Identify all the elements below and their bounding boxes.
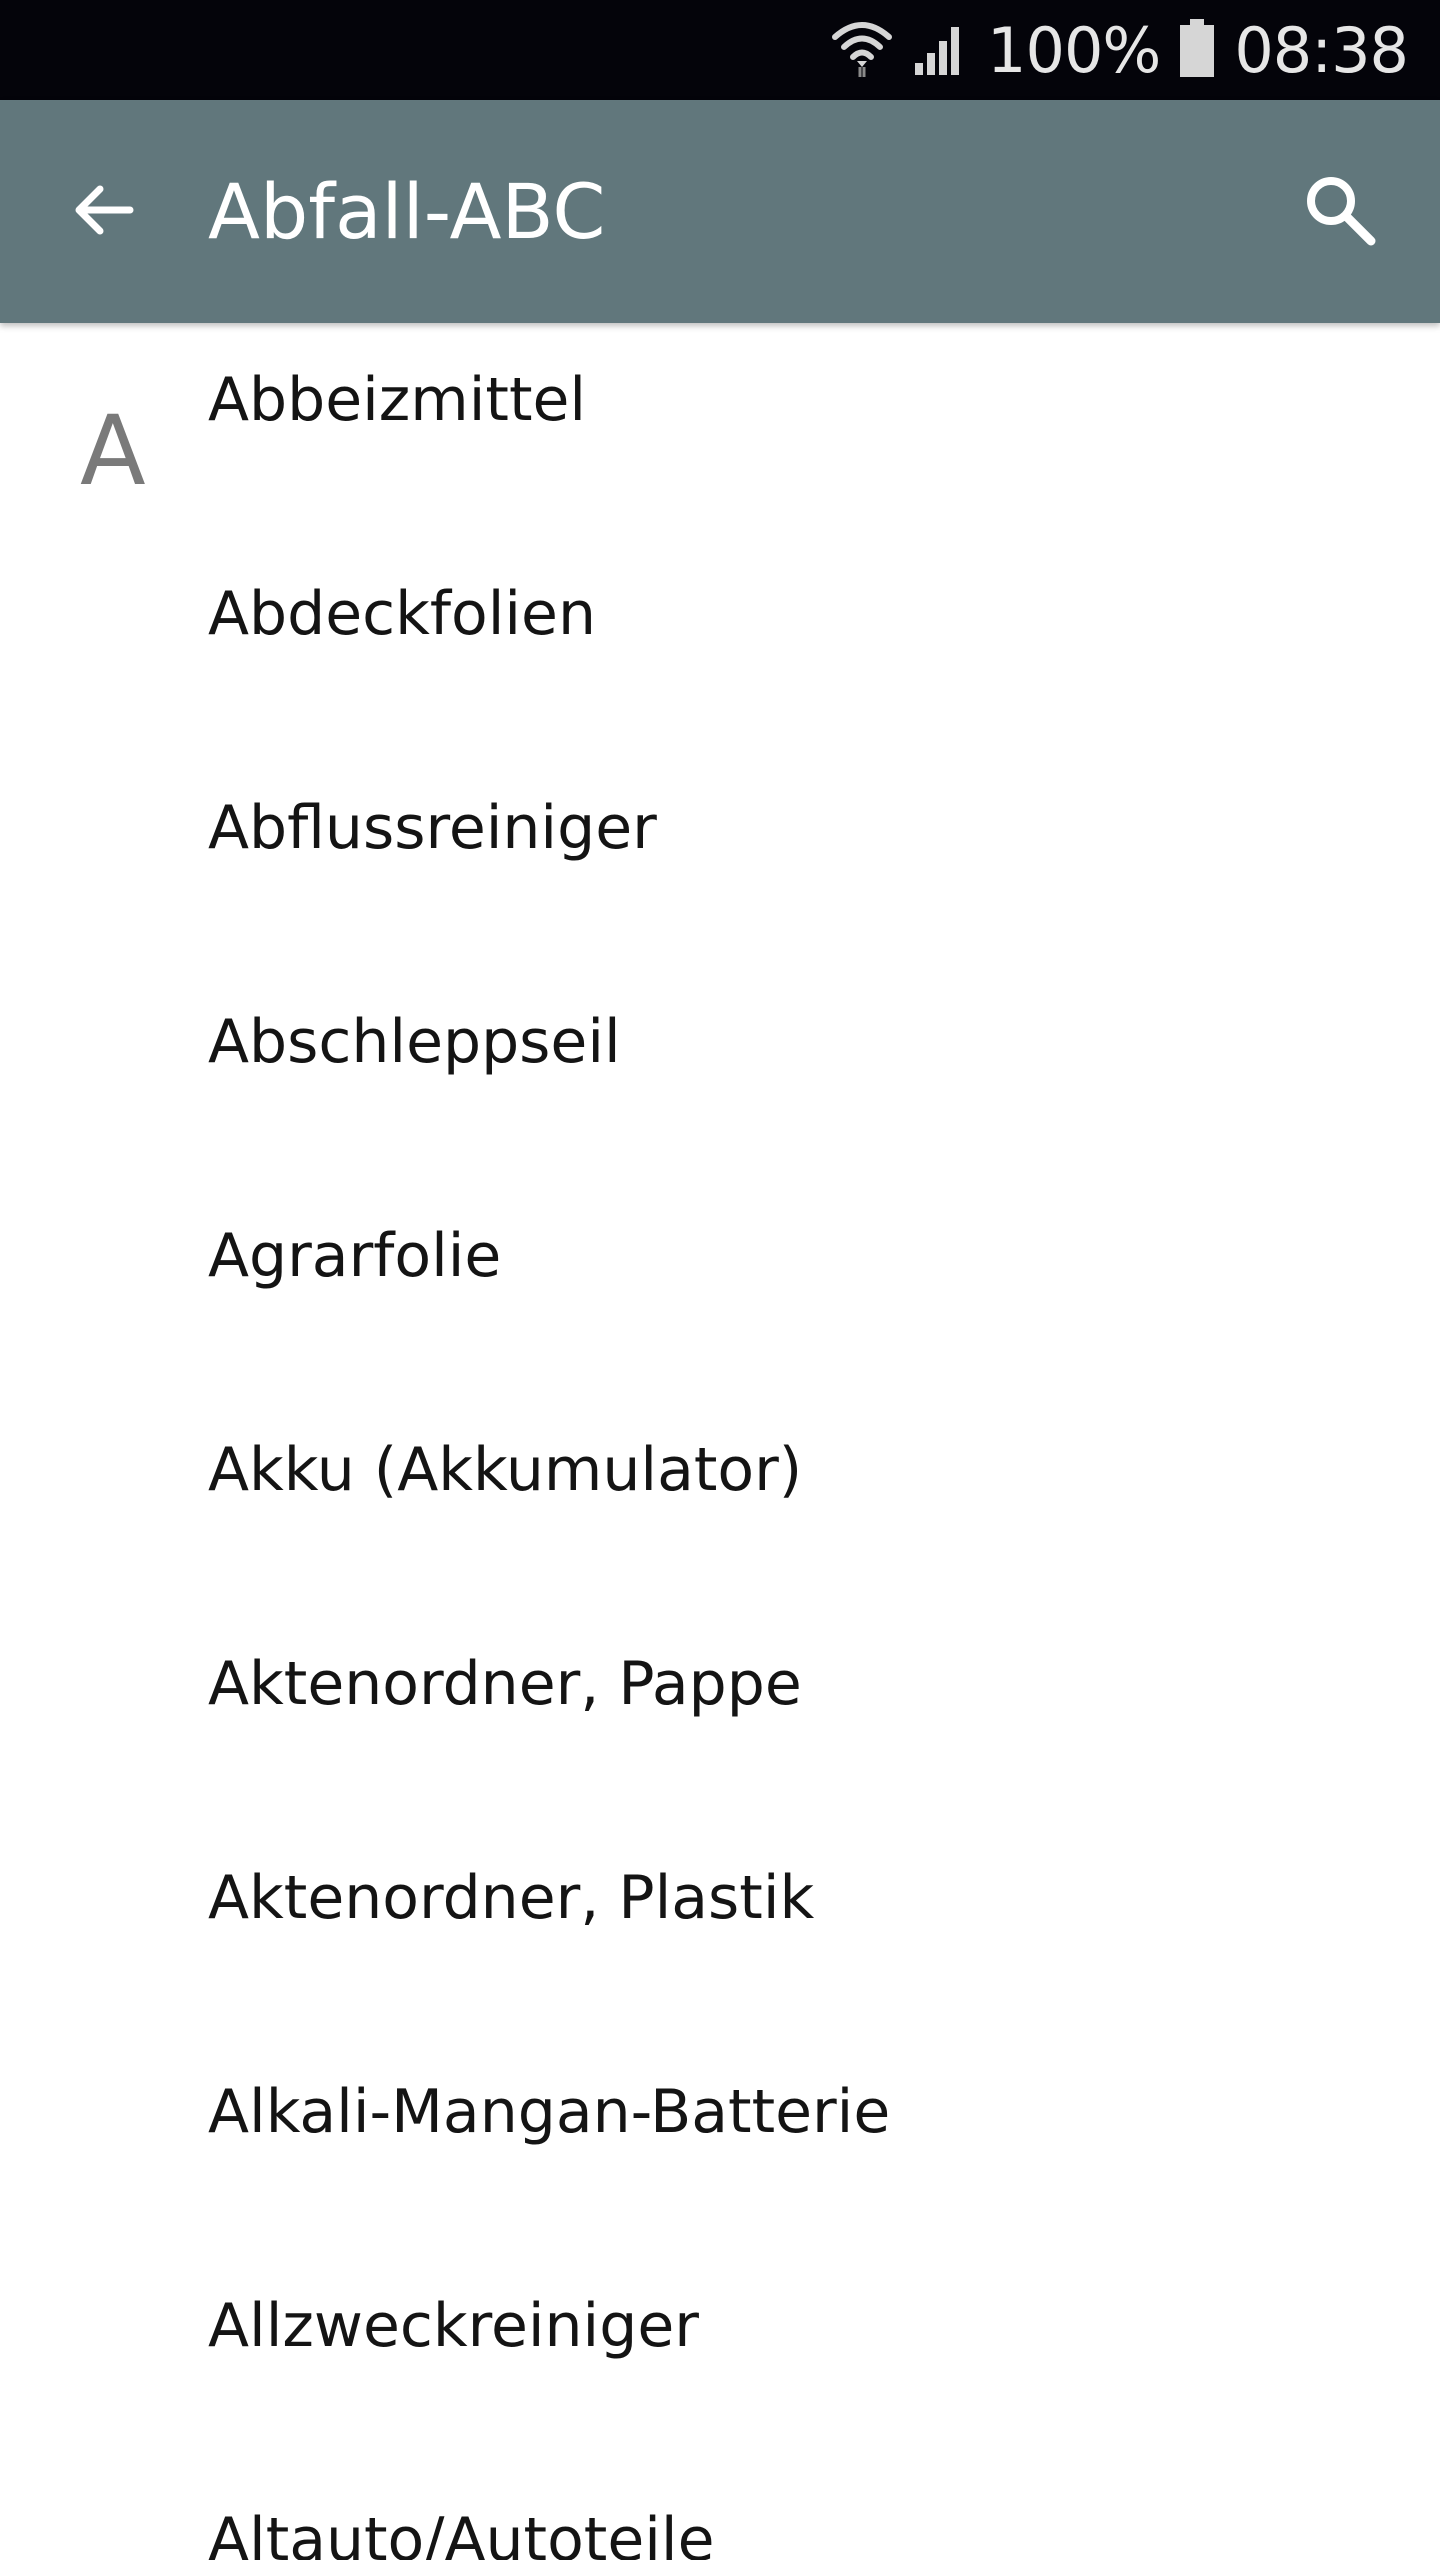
list-item[interactable]: Akku (Akkumulator) (0, 1393, 1440, 1607)
abc-list: A Abbeizmittel Abdeckfolien Abflussreini… (0, 323, 1440, 2560)
list-item-label: Alkali-Mangan-Batterie (208, 2077, 891, 2147)
signal-icon (911, 19, 969, 82)
list-item-label: Abflussreiniger (208, 793, 657, 863)
list-item[interactable]: Aktenordner, Pappe (0, 1607, 1440, 1821)
list-item[interactable]: Aktenordner, Plastik (0, 1821, 1440, 2035)
list-item[interactable]: Altauto/Autoteile (0, 2463, 1440, 2560)
status-bar: 100% 08:38 (0, 0, 1440, 100)
search-icon (1301, 171, 1379, 254)
list-item-label: Agrarfolie (208, 1221, 502, 1291)
list-item-label: Aktenordner, Plastik (208, 1863, 815, 1933)
list-item-label: Akku (Akkumulator) (208, 1435, 803, 1505)
status-icons: 100% 08:38 (831, 0, 1409, 100)
arrow-back-icon (68, 174, 140, 251)
wifi-icon (831, 17, 893, 84)
battery-icon (1178, 17, 1216, 84)
list-item[interactable]: Abbeizmittel (0, 323, 1440, 537)
page-title: Abfall-ABC (208, 167, 606, 256)
list-item[interactable]: Abschleppseil (0, 965, 1440, 1179)
battery-percent: 100% (987, 13, 1161, 87)
search-button[interactable] (1280, 152, 1400, 272)
list-item-label: Abschleppseil (208, 1007, 621, 1077)
list-item[interactable]: Alkali-Mangan-Batterie (0, 2035, 1440, 2249)
list-item-label: Allzweckreiniger (208, 2291, 699, 2361)
list-item[interactable]: Abdeckfolien (0, 537, 1440, 751)
list-item-label: Abdeckfolien (208, 579, 596, 649)
app-bar: Abfall-ABC (0, 100, 1440, 323)
list-item-label: Aktenordner, Pappe (208, 1649, 802, 1719)
list-item-label: Abbeizmittel (208, 365, 587, 435)
list-item[interactable]: Allzweckreiniger (0, 2249, 1440, 2463)
list-item[interactable]: Abflussreiniger (0, 751, 1440, 965)
back-button[interactable] (44, 152, 164, 272)
clock: 08:38 (1234, 13, 1409, 87)
list-item[interactable]: Agrarfolie (0, 1179, 1440, 1393)
list-item-label: Altauto/Autoteile (208, 2505, 715, 2560)
